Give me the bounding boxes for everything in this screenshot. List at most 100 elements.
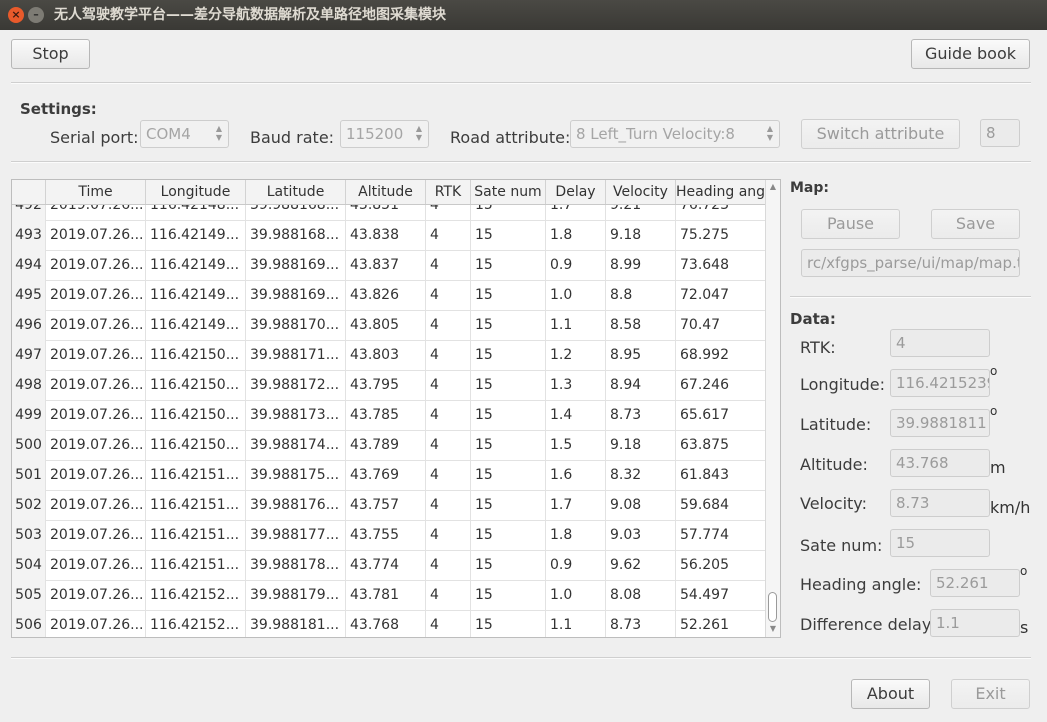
cell-sate-num: 15 xyxy=(471,280,546,310)
cell-longitude: 116.42149... xyxy=(146,310,246,340)
data-table[interactable]: 492 2019.07.26... 116.42148... 39.988168… xyxy=(11,179,781,638)
cell-time: 2019.07.26... xyxy=(46,490,146,520)
cell-altitude: 43.805 xyxy=(346,310,426,340)
cell-latitude: 39.988170... xyxy=(246,310,346,340)
exit-button[interactable]: Exit xyxy=(951,679,1030,709)
cell-heading-angle: 54.497 xyxy=(676,580,768,610)
table-row[interactable]: 503 2019.07.26... 116.42151... 39.988177...… xyxy=(12,520,768,551)
table-row[interactable]: 500 2019.07.26... 116.42150... 39.988174...… xyxy=(12,430,768,461)
table-row[interactable]: 498 2019.07.26... 116.42150... 39.988172...… xyxy=(12,370,768,401)
scroll-up-icon[interactable]: ▲ xyxy=(768,182,778,191)
column-header-altitude[interactable]: Altitude xyxy=(346,180,426,204)
row-header: 498 xyxy=(12,370,46,400)
cell-time: 2019.07.26... xyxy=(46,610,146,637)
cell-heading-angle: 56.205 xyxy=(676,550,768,580)
scrollbar-thumb[interactable] xyxy=(768,592,777,622)
table-row[interactable]: 506 2019.07.26... 116.42152... 39.988181...… xyxy=(12,610,768,637)
cell-longitude: 116.42150... xyxy=(146,370,246,400)
settings-heading: Settings: xyxy=(20,100,97,118)
pause-button[interactable]: Pause xyxy=(801,209,900,239)
sate-num-label: Sate num: xyxy=(800,536,883,555)
about-button[interactable]: About xyxy=(851,679,930,709)
table-row[interactable]: 502 2019.07.26... 116.42151... 39.988176...… xyxy=(12,490,768,521)
heading-angle-field[interactable]: 52.261 xyxy=(930,569,1020,597)
cell-time: 2019.07.26... xyxy=(46,580,146,610)
column-header-time[interactable]: Time xyxy=(46,180,146,204)
map-heading: Map: xyxy=(790,180,829,196)
cell-altitude: 43.826 xyxy=(346,280,426,310)
table-row[interactable]: 505 2019.07.26... 116.42152... 39.988179...… xyxy=(12,580,768,611)
cell-velocity: 9.03 xyxy=(606,520,676,550)
cell-velocity: 8.73 xyxy=(606,610,676,637)
spin-arrows-icon: ▲ ▼ xyxy=(766,124,773,142)
rtk-field[interactable]: 4 xyxy=(890,329,990,357)
table-row[interactable]: 493 2019.07.26... 116.42149... 39.988168...… xyxy=(12,220,768,251)
switch-attribute-button[interactable]: Switch attribute xyxy=(801,119,960,149)
row-header: 496 xyxy=(12,310,46,340)
cell-sate-num: 15 xyxy=(471,310,546,340)
latitude-field[interactable]: 39.9881811 xyxy=(890,409,990,437)
row-header: 505 xyxy=(12,580,46,610)
cell-latitude: 39.988169... xyxy=(246,280,346,310)
road-attribute-select[interactable]: 8 Left_Turn Velocity:8 ▲ ▼ xyxy=(570,120,780,148)
altitude-field[interactable]: 43.768 xyxy=(890,449,990,477)
close-window-button[interactable]: × xyxy=(8,7,24,23)
column-header-delay[interactable]: Delay xyxy=(546,180,606,204)
switch-attribute-value-field[interactable]: 8 xyxy=(980,119,1020,147)
cell-altitude: 43.785 xyxy=(346,400,426,430)
cell-longitude: 116.42152... xyxy=(146,610,246,637)
column-header-velocity[interactable]: Velocity xyxy=(606,180,676,204)
cell-sate-num: 15 xyxy=(471,550,546,580)
column-header-heading-angle[interactable]: Heading angle xyxy=(676,180,768,204)
table-row[interactable]: 504 2019.07.26... 116.42151... 39.988178...… xyxy=(12,550,768,581)
row-header: 499 xyxy=(12,400,46,430)
cell-altitude: 43.768 xyxy=(346,610,426,637)
longitude-field[interactable]: 116.4215239 xyxy=(890,369,990,397)
cell-delay: 1.5 xyxy=(546,430,606,460)
cell-time: 2019.07.26... xyxy=(46,250,146,280)
column-header-sate-num[interactable]: Sate num xyxy=(471,180,546,204)
separator xyxy=(11,657,1031,659)
table-row[interactable]: 495 2019.07.26... 116.42149... 39.988169...… xyxy=(12,280,768,311)
cell-rtk: 4 xyxy=(426,610,471,637)
cell-longitude: 116.42151... xyxy=(146,520,246,550)
baud-rate-select[interactable]: 115200 ▲ ▼ xyxy=(340,120,429,148)
stop-button[interactable]: Stop xyxy=(11,39,90,69)
cell-longitude: 116.42152... xyxy=(146,580,246,610)
guide-book-button[interactable]: Guide book xyxy=(911,39,1030,69)
rtk-label: RTK: xyxy=(800,338,836,357)
table-row[interactable]: 501 2019.07.26... 116.42151... 39.988175...… xyxy=(12,460,768,491)
sate-num-field[interactable]: 15 xyxy=(890,529,990,557)
row-header: 494 xyxy=(12,250,46,280)
map-path-field[interactable]: rc/xfgps_parse/ui/map/map.txt xyxy=(801,249,1020,277)
column-header-latitude[interactable]: Latitude xyxy=(246,180,346,204)
road-attribute-value: 8 Left_Turn Velocity:8 xyxy=(576,125,735,143)
cell-altitude: 43.755 xyxy=(346,520,426,550)
column-header-longitude[interactable]: Longitude xyxy=(146,180,246,204)
cell-velocity: 9.62 xyxy=(606,550,676,580)
table-vertical-scrollbar[interactable]: ▲ ▼ xyxy=(765,180,780,637)
cell-sate-num: 15 xyxy=(471,250,546,280)
minimize-window-button[interactable]: – xyxy=(28,7,44,23)
column-header-rtk[interactable]: RTK xyxy=(426,180,471,204)
baud-rate-value: 115200 xyxy=(346,125,404,143)
cell-longitude: 116.42150... xyxy=(146,430,246,460)
cell-rtk: 4 xyxy=(426,220,471,250)
cell-latitude: 39.988176... xyxy=(246,490,346,520)
difference-delay-field[interactable]: 1.1 xyxy=(930,609,1020,637)
longitude-label: Longitude: xyxy=(800,375,885,394)
cell-altitude: 43.789 xyxy=(346,430,426,460)
serial-port-select[interactable]: COM4 ▲ ▼ xyxy=(140,120,229,148)
table-row[interactable]: 499 2019.07.26... 116.42150... 39.988173...… xyxy=(12,400,768,431)
table-row[interactable]: 496 2019.07.26... 116.42149... 39.988170...… xyxy=(12,310,768,341)
table-row[interactable]: 497 2019.07.26... 116.42150... 39.988171...… xyxy=(12,340,768,371)
save-button[interactable]: Save xyxy=(931,209,1020,239)
window-title: 无人驾驶教学平台——差分导航数据解析及单路径地图采集模块 xyxy=(54,7,446,23)
scroll-down-icon[interactable]: ▼ xyxy=(768,624,778,633)
cell-heading-angle: 70.47 xyxy=(676,310,768,340)
serial-port-label: Serial port: xyxy=(50,128,139,147)
cell-velocity: 8.32 xyxy=(606,460,676,490)
velocity-field[interactable]: 8.73 xyxy=(890,489,990,517)
table-row[interactable]: 494 2019.07.26... 116.42149... 39.988169...… xyxy=(12,250,768,281)
spin-arrows-icon: ▲ ▼ xyxy=(215,124,222,142)
